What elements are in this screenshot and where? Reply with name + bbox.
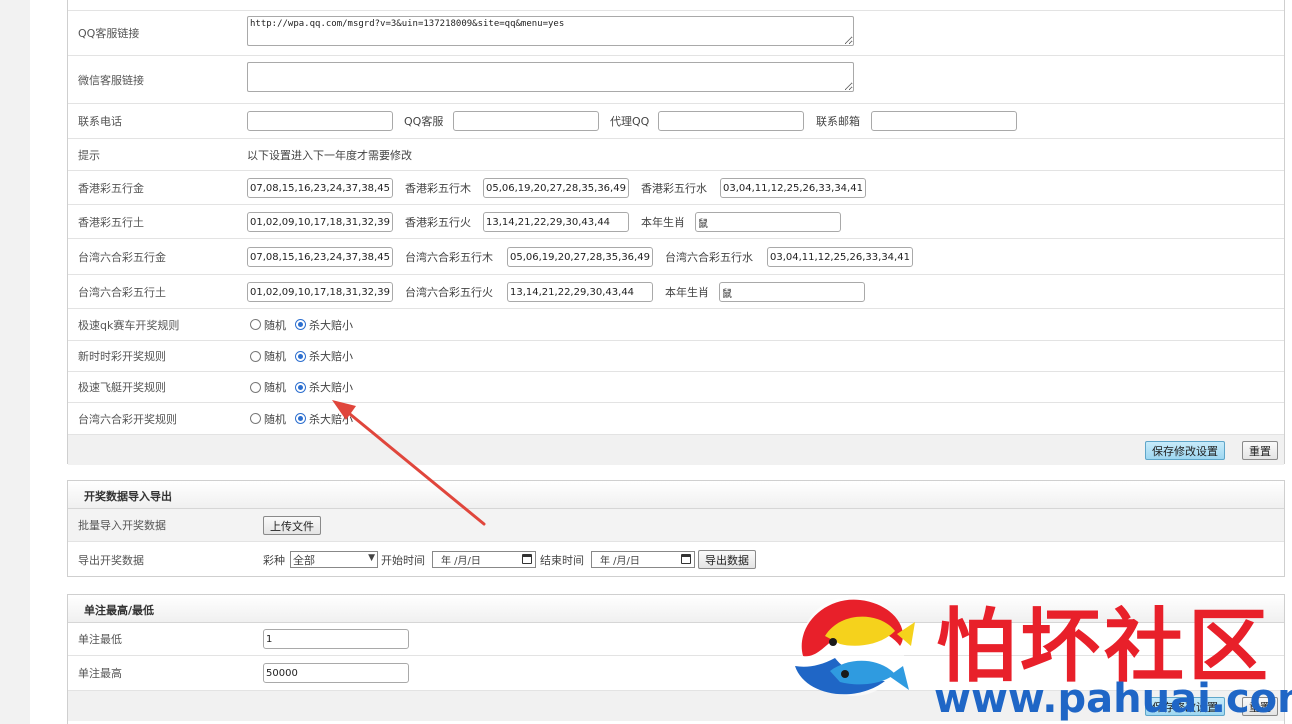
type-label: 彩种: [263, 553, 285, 567]
calendar-icon[interactable]: [681, 554, 691, 564]
chevron-down-icon: ▼: [368, 553, 375, 563]
tw-gold-label: 台湾六合彩五行金: [78, 250, 166, 264]
hk-row-2: 香港彩五行土 香港彩五行火 本年生肖: [68, 205, 1284, 239]
tw-wood-input[interactable]: [507, 247, 653, 267]
tw-water-input[interactable]: [767, 247, 913, 267]
rule-kill-radio[interactable]: 杀大赔小: [295, 379, 353, 395]
wechat-link-label: 微信客服链接: [78, 73, 144, 87]
end-time-label: 结束时间: [540, 553, 584, 567]
tw-zodiac-label: 本年生肖: [665, 285, 709, 299]
wechat-link-row: 微信客服链接: [68, 56, 1284, 104]
hk-gold-label: 香港彩五行金: [78, 181, 144, 195]
export-data-button[interactable]: 导出数据: [698, 550, 756, 569]
import-row: 批量导入开奖数据 上传文件: [68, 509, 1284, 542]
max-label: 单注最高: [78, 667, 122, 680]
panel-title: 单注最高/最低: [84, 604, 155, 617]
qq-service-label: QQ客服: [404, 115, 444, 128]
tw-wood-label: 台湾六合彩五行木: [405, 250, 493, 264]
hk-fire-input[interactable]: [483, 212, 629, 232]
tip-label: 提示: [78, 148, 100, 162]
hk-row-1: 香港彩五行金 香港彩五行木 香港彩五行水: [68, 171, 1284, 205]
hk-water-input[interactable]: [720, 178, 866, 198]
fish-logo-icon: [795, 596, 915, 696]
rule-label: 极速飞艇开奖规则: [78, 381, 166, 394]
email-input[interactable]: [871, 111, 1017, 131]
qq-link-label: QQ客服链接: [78, 27, 140, 40]
reset-button[interactable]: 重置: [1242, 441, 1278, 460]
rule-kill-radio[interactable]: 杀大赔小: [295, 348, 353, 364]
rule-random-radio[interactable]: 随机: [250, 317, 286, 333]
tw-fire-label: 台湾六合彩五行火: [405, 285, 493, 299]
tw-zodiac-input[interactable]: [719, 282, 865, 302]
min-label: 单注最低: [78, 633, 122, 646]
zodiac-input[interactable]: [695, 212, 841, 232]
phone-label: 联系电话: [78, 115, 122, 128]
tip-text: 以下设置进入下一年度才需要修改: [247, 148, 412, 162]
rule-random-radio[interactable]: 随机: [250, 379, 286, 395]
rule-label: 新时时彩开奖规则: [78, 350, 166, 363]
import-label: 批量导入开奖数据: [78, 519, 166, 532]
start-time-label: 开始时间: [381, 553, 425, 567]
zodiac-label: 本年生肖: [641, 215, 685, 229]
qq-link-textarea[interactable]: http://wpa.qq.com/msgrd?v=3&uin=13721800…: [247, 16, 854, 46]
rule-random-radio[interactable]: 随机: [250, 411, 286, 427]
rule-row: 极速qk赛车开奖规则 随机 杀大赔小: [68, 309, 1284, 341]
rule-kill-radio[interactable]: 杀大赔小: [295, 411, 353, 427]
tw-gold-input[interactable]: [247, 247, 393, 267]
import-export-panel: 开奖数据导入导出 批量导入开奖数据 上传文件 导出开奖数据 彩种 全部 ▼ 开始…: [67, 480, 1285, 577]
top-row: [68, 0, 1284, 11]
upload-file-button[interactable]: 上传文件: [263, 516, 321, 535]
type-select[interactable]: 全部 ▼: [290, 551, 378, 568]
rule-random-radio[interactable]: 随机: [250, 348, 286, 364]
qq-service-input[interactable]: [453, 111, 599, 131]
calendar-icon[interactable]: [522, 554, 532, 564]
max-input[interactable]: [263, 663, 409, 683]
agent-qq-input[interactable]: [658, 111, 804, 131]
phone-input[interactable]: [247, 111, 393, 131]
panel-title: 开奖数据导入导出: [84, 490, 172, 503]
tip-row: 提示 以下设置进入下一年度才需要修改: [68, 139, 1284, 171]
hk-wood-input[interactable]: [483, 178, 629, 198]
tw-water-label: 台湾六合彩五行水: [665, 250, 753, 264]
export-row: 导出开奖数据 彩种 全部 ▼ 开始时间 年 /月/日 结束时间 年 /月/日 导…: [68, 542, 1284, 577]
hk-fire-label: 香港彩五行火: [405, 215, 471, 229]
rule-row: 极速飞艇开奖规则 随机 杀大赔小: [68, 372, 1284, 403]
settings-panel: QQ客服链接 http://wpa.qq.com/msgrd?v=3&uin=1…: [67, 0, 1285, 465]
hk-earth-input[interactable]: [247, 212, 393, 232]
tw-fire-input[interactable]: [507, 282, 653, 302]
panel-header: 开奖数据导入导出: [68, 481, 1284, 509]
hk-earth-label: 香港彩五行土: [78, 215, 144, 229]
agent-qq-label: 代理QQ: [610, 115, 650, 128]
tw-row-1: 台湾六合彩五行金 台湾六合彩五行木 台湾六合彩五行水: [68, 239, 1284, 275]
hk-gold-input[interactable]: [247, 178, 393, 198]
rule-row: 台湾六合彩开奖规则 随机 杀大赔小: [68, 403, 1284, 435]
hk-water-label: 香港彩五行水: [641, 181, 707, 195]
tw-row-2: 台湾六合彩五行土 台湾六合彩五行火 本年生肖: [68, 275, 1284, 309]
rule-row: 新时时彩开奖规则 随机 杀大赔小: [68, 341, 1284, 372]
min-input[interactable]: [263, 629, 409, 649]
end-date-input[interactable]: 年 /月/日: [591, 551, 695, 568]
email-label: 联系邮箱: [816, 115, 860, 128]
hk-wood-label: 香港彩五行木: [405, 181, 471, 195]
export-label: 导出开奖数据: [78, 553, 144, 567]
start-date-input[interactable]: 年 /月/日: [432, 551, 536, 568]
wechat-link-textarea[interactable]: [247, 62, 854, 92]
tw-earth-label: 台湾六合彩五行土: [78, 285, 166, 299]
panel1-footer: 保存修改设置 重置: [68, 435, 1284, 465]
qq-link-row: QQ客服链接 http://wpa.qq.com/msgrd?v=3&uin=1…: [68, 11, 1284, 56]
rule-label: 极速qk赛车开奖规则: [78, 318, 180, 332]
tw-earth-input[interactable]: [247, 282, 393, 302]
watermark-url: www.pahuai.com: [934, 676, 1292, 722]
save-settings-button[interactable]: 保存修改设置: [1145, 441, 1225, 460]
rule-kill-radio[interactable]: 杀大赔小: [295, 317, 353, 333]
rule-label: 台湾六合彩开奖规则: [78, 412, 177, 426]
contact-row: 联系电话 QQ客服 代理QQ 联系邮箱: [68, 104, 1284, 139]
